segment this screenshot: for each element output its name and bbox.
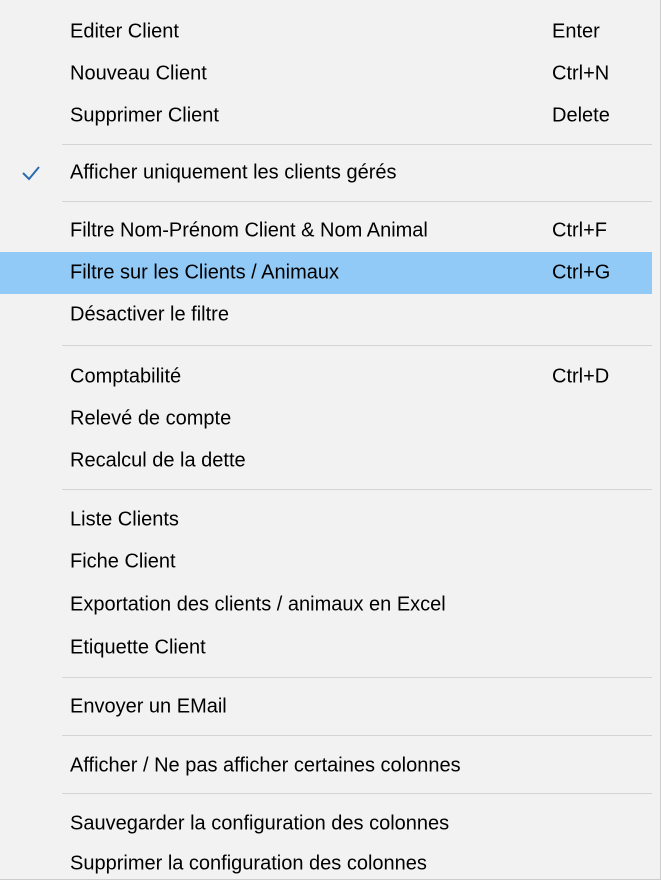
menu-item-comptabilite[interactable]: Comptabilité Ctrl+D	[0, 356, 652, 398]
menu-item-afficher-clients-geres[interactable]: Afficher uniquement les clients gérés	[0, 152, 652, 194]
menu-item-label: Etiquette Client	[70, 636, 206, 659]
menu-item-fiche-client[interactable]: Fiche Client	[0, 541, 652, 583]
menu-item-label: Filtre Nom-Prénom Client & Nom Animal	[70, 219, 428, 242]
menu-separator	[62, 677, 652, 678]
menu-item-label: Filtre sur les Clients / Animaux	[70, 261, 339, 284]
menu-item-filtre-nom-prenom[interactable]: Filtre Nom-Prénom Client & Nom Animal Ct…	[0, 210, 652, 252]
menu-item-liste-clients[interactable]: Liste Clients	[0, 499, 652, 541]
menu-item-releve-de-compte[interactable]: Relevé de compte	[0, 398, 652, 440]
menu-item-label: Afficher / Ne pas afficher certaines col…	[70, 754, 461, 777]
menu-item-label: Supprimer Client	[70, 104, 219, 127]
menu-item-shortcut: Delete	[552, 104, 610, 127]
menu-item-supprimer-client[interactable]: Supprimer Client Delete	[0, 95, 652, 137]
menu-item-recalcul-dette[interactable]: Recalcul de la dette	[0, 440, 652, 482]
menu-item-label: Sauvegarder la configuration des colonne…	[70, 812, 450, 835]
menu-item-label: Nouveau Client	[70, 62, 207, 85]
menu-item-label: Liste Clients	[70, 508, 179, 531]
menu-separator	[62, 793, 652, 794]
menu-separator	[62, 735, 652, 736]
menu-item-label: Envoyer un EMail	[70, 695, 227, 718]
menu-item-label: Exportation des clients / animaux en Exc…	[70, 593, 446, 616]
menu-item-label: Afficher uniquement les clients gérés	[70, 161, 397, 184]
menu-item-nouveau-client[interactable]: Nouveau Client Ctrl+N	[0, 53, 652, 95]
menu-item-label: Recalcul de la dette	[70, 449, 246, 472]
menu-item-shortcut: Enter	[552, 20, 600, 43]
menu-item-shortcut: Ctrl+G	[552, 261, 611, 284]
menu-item-label: Editer Client	[70, 20, 179, 43]
menu-item-label: Relevé de compte	[70, 407, 232, 430]
menu-item-editer-client[interactable]: Editer Client Enter	[0, 11, 652, 53]
menu-separator	[62, 201, 652, 202]
menu-separator	[62, 345, 652, 346]
menu-item-sauvegarder-config-colonnes[interactable]: Sauvegarder la configuration des colonne…	[0, 803, 652, 845]
check-icon	[22, 166, 40, 181]
context-menu: Editer Client Enter Nouveau Client Ctrl+…	[0, 0, 661, 880]
menu-item-desactiver-filtre[interactable]: Désactiver le filtre	[0, 294, 652, 336]
menu-item-afficher-colonnes[interactable]: Afficher / Ne pas afficher certaines col…	[0, 745, 652, 787]
menu-item-envoyer-email[interactable]: Envoyer un EMail	[0, 686, 652, 728]
menu-item-label: Désactiver le filtre	[70, 303, 229, 326]
menu-item-shortcut: Ctrl+N	[552, 62, 610, 85]
menu-item-shortcut: Ctrl+F	[552, 219, 607, 242]
menu-item-supprimer-config-colonnes[interactable]: Supprimer la configuration des colonnes	[0, 843, 652, 880]
menu-item-etiquette-client[interactable]: Etiquette Client	[0, 627, 652, 669]
menu-separator	[62, 144, 652, 145]
menu-item-filtre-clients-animaux[interactable]: Filtre sur les Clients / Animaux Ctrl+G	[0, 252, 652, 294]
menu-item-shortcut: Ctrl+D	[552, 365, 610, 388]
menu-item-exportation-excel[interactable]: Exportation des clients / animaux en Exc…	[0, 584, 652, 626]
menu-item-label: Comptabilité	[70, 365, 182, 388]
menu-item-label: Supprimer la configuration des colonnes	[70, 852, 427, 875]
menu-separator	[62, 489, 652, 490]
menu-item-label: Fiche Client	[70, 550, 176, 573]
